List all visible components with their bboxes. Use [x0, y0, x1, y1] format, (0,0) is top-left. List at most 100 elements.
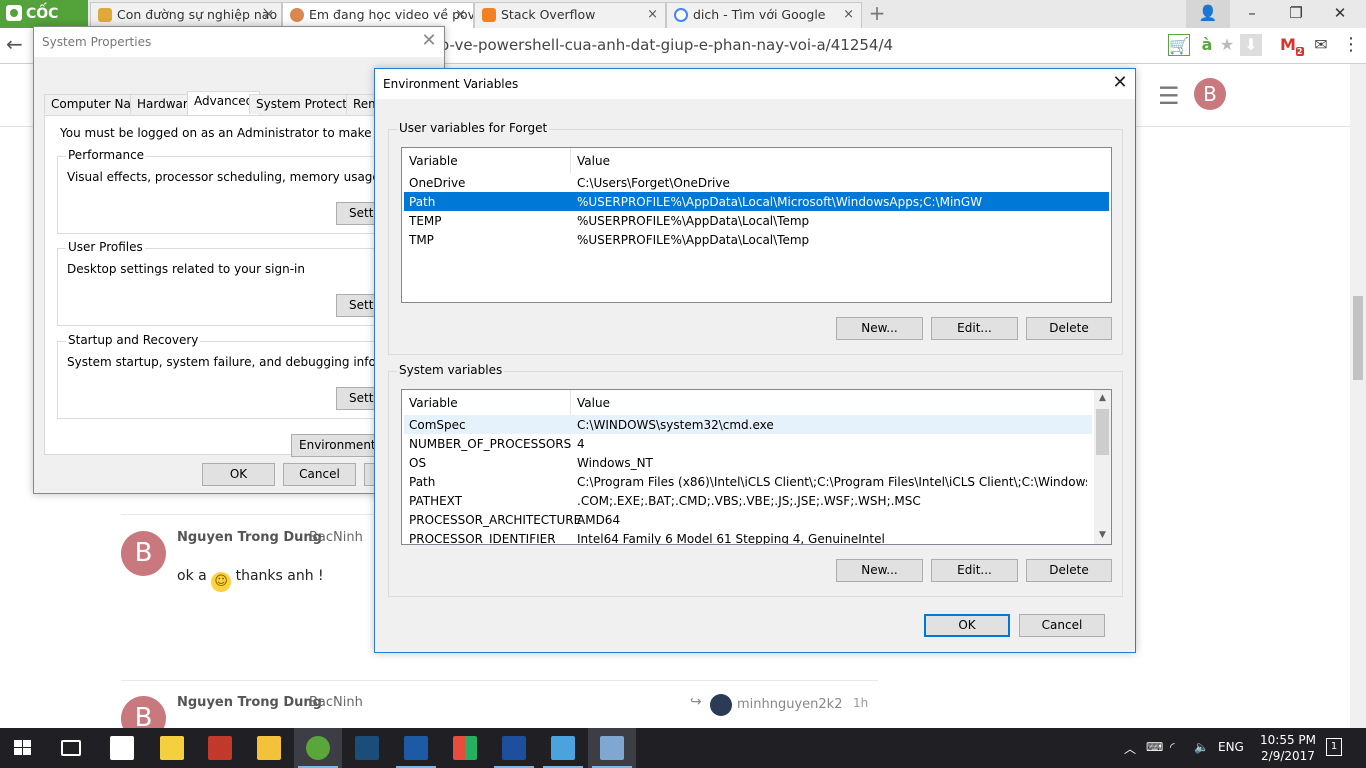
- chevron-up-icon[interactable]: ︿: [1124, 740, 1136, 757]
- scroll-thumb[interactable]: [1096, 409, 1109, 455]
- user-delete-button[interactable]: Delete: [1026, 317, 1112, 340]
- close-icon[interactable]: ×: [455, 3, 466, 27]
- store-icon[interactable]: [110, 736, 134, 760]
- post-username[interactable]: Nguyen Trong Dung: [177, 530, 322, 545]
- user-edit-button[interactable]: Edit...: [931, 317, 1018, 340]
- list-item[interactable]: ComSpec C:\WINDOWS\system32\cmd.exe: [404, 415, 1092, 434]
- devcpp-icon[interactable]: [404, 736, 428, 760]
- list-item[interactable]: TMP %USERPROFILE%\AppData\Local\Temp: [404, 230, 1109, 249]
- user-variables-list[interactable]: Variable Value OneDrive C:\Users\Forget\…: [401, 147, 1112, 303]
- task-view-icon[interactable]: [61, 740, 81, 756]
- variable-value: %USERPROFILE%\AppData\Local\Temp: [577, 214, 810, 228]
- menu-icon[interactable]: ⋮: [1340, 34, 1362, 56]
- variable-name: TMP: [409, 233, 434, 247]
- system-list-scrollbar[interactable]: ▲ ▼: [1094, 390, 1111, 544]
- list-item[interactable]: PROCESSOR_ARCHITECTURE AMD64: [404, 510, 1092, 529]
- tab-label: Stack Overflow: [501, 7, 596, 22]
- close-icon[interactable]: ×: [647, 3, 658, 27]
- variable-value: Intel64 Family 6 Model 61 Stepping 4, Ge…: [577, 532, 885, 545]
- post-avatar[interactable]: B: [121, 531, 166, 576]
- scroll-up-icon[interactable]: ▲: [1094, 390, 1111, 407]
- user-new-button[interactable]: New...: [836, 317, 923, 340]
- unikey-icon[interactable]: [208, 736, 232, 760]
- cancel-button[interactable]: Cancel: [1019, 614, 1105, 637]
- post-username[interactable]: Nguyen Trong Dung: [177, 695, 322, 710]
- star-icon[interactable]: ★: [1216, 34, 1238, 56]
- list-item[interactable]: NUMBER_OF_PROCESSORS 4: [404, 434, 1092, 453]
- url-text[interactable]: o-ve-powershell-cua-anh-dat-giup-e-phan-…: [440, 36, 893, 54]
- tab-powershell[interactable]: Em đang học video về pov ×: [282, 2, 474, 28]
- system-delete-button[interactable]: Delete: [1026, 559, 1112, 582]
- environment-variables-dialog: Environment Variables ✕ User variables f…: [374, 68, 1136, 653]
- new-tab-button[interactable]: +: [866, 2, 888, 26]
- page-scrollbar[interactable]: [1350, 64, 1366, 728]
- system-new-button[interactable]: New...: [836, 559, 923, 582]
- hamburger-menu-icon[interactable]: ☰: [1158, 82, 1180, 110]
- volume-icon[interactable]: 🔈: [1194, 740, 1209, 754]
- winrar-icon[interactable]: [453, 736, 477, 760]
- mail-icon[interactable]: ✉: [1310, 34, 1332, 56]
- user-avatar[interactable]: B: [1194, 78, 1226, 110]
- variable-name: PROCESSOR_IDENTIFIER: [409, 532, 556, 545]
- system-variables-list[interactable]: Variable Value ComSpec C:\WINDOWS\system…: [401, 389, 1112, 545]
- tab-stackoverflow[interactable]: Stack Overflow ×: [474, 2, 666, 28]
- clock[interactable]: 10:55 PM 2/9/2017: [1252, 732, 1324, 764]
- coccoc-browser-icon[interactable]: [306, 736, 330, 760]
- restore-icon[interactable]: ❐: [1274, 0, 1318, 28]
- keyboard-icon[interactable]: ⌨: [1146, 740, 1163, 754]
- user-variables-group: User variables for Forget Variable Value…: [388, 121, 1123, 355]
- page-scroll-thumb[interactable]: [1353, 296, 1363, 380]
- list-item[interactable]: OS Windows_NT: [404, 453, 1092, 472]
- google-icon: [674, 8, 688, 22]
- back-arrow-icon[interactable]: ←: [6, 32, 23, 56]
- language-indicator[interactable]: ENG: [1218, 740, 1244, 754]
- system-properties-titlebar[interactable]: System Properties ✕: [34, 27, 444, 57]
- column-value[interactable]: Value: [577, 154, 610, 168]
- browser-logo[interactable]: CỐC CỐC: [0, 0, 88, 50]
- list-item[interactable]: PROCESSOR_IDENTIFIER Intel64 Family 6 Mo…: [404, 529, 1092, 545]
- system-edit-button[interactable]: Edit...: [931, 559, 1018, 582]
- column-variable[interactable]: Variable: [409, 154, 458, 168]
- control-panel-icon[interactable]: [551, 736, 575, 760]
- lol-icon[interactable]: [355, 736, 379, 760]
- gmail-icon[interactable]: M2: [1280, 34, 1304, 57]
- column-value[interactable]: Value: [577, 396, 610, 410]
- tab-google[interactable]: dich - Tìm với Google ×: [666, 2, 862, 28]
- close-window-icon[interactable]: ✕: [1318, 0, 1362, 28]
- file-explorer-icon[interactable]: [257, 736, 281, 760]
- download-icon[interactable]: ⬇: [1240, 34, 1262, 56]
- minimize-icon[interactable]: –: [1230, 0, 1274, 28]
- close-icon[interactable]: ×: [263, 3, 274, 27]
- sticky-notes-icon[interactable]: [160, 736, 184, 760]
- list-item[interactable]: Path C:\Program Files (x86)\Intel\iCLS C…: [404, 472, 1092, 491]
- list-item[interactable]: OneDrive C:\Users\Forget\OneDrive: [404, 173, 1109, 192]
- ok-button[interactable]: OK: [924, 614, 1010, 637]
- ok-button[interactable]: OK: [202, 463, 275, 486]
- reply-to-username[interactable]: minhnguyen2k2: [737, 697, 843, 712]
- profile-icon[interactable]: 👤: [1186, 0, 1230, 28]
- cart-icon[interactable]: 🛒: [1168, 34, 1190, 56]
- reply-arrow-icon: ↪: [690, 694, 702, 710]
- cancel-button[interactable]: Cancel: [283, 463, 356, 486]
- close-icon[interactable]: ✕: [414, 27, 444, 57]
- environment-variables-titlebar[interactable]: Environment Variables ✕: [375, 69, 1135, 99]
- list-item[interactable]: TEMP %USERPROFILE%\AppData\Local\Temp: [404, 211, 1109, 230]
- scroll-down-icon[interactable]: ▼: [1094, 527, 1111, 544]
- tab-career[interactable]: Con đường sự nghiệp nào ×: [90, 2, 282, 28]
- group-label: Startup and Recovery: [66, 333, 201, 347]
- close-icon[interactable]: ×: [843, 3, 854, 27]
- wifi-icon[interactable]: ◜: [1170, 740, 1175, 754]
- reply-user-avatar[interactable]: [710, 694, 732, 716]
- close-icon[interactable]: ✕: [1105, 69, 1135, 99]
- list-item-selected[interactable]: Path %USERPROFILE%\AppData\Local\Microso…: [404, 192, 1109, 211]
- coccoc-dictionary-icon[interactable]: à: [1196, 34, 1218, 56]
- list-item[interactable]: PATHEXT .COM;.EXE;.BAT;.CMD;.VBS;.VBE;.J…: [404, 491, 1092, 510]
- notification-center-icon[interactable]: 1: [1326, 738, 1342, 756]
- list-header: Variable Value: [402, 148, 1111, 173]
- post-time[interactable]: 1h: [853, 696, 868, 710]
- system-properties-icon[interactable]: [600, 736, 624, 760]
- column-variable[interactable]: Variable: [409, 396, 458, 410]
- post-divider: [121, 680, 878, 681]
- powershell-icon[interactable]: [502, 736, 526, 760]
- windows-start-icon[interactable]: [14, 740, 32, 756]
